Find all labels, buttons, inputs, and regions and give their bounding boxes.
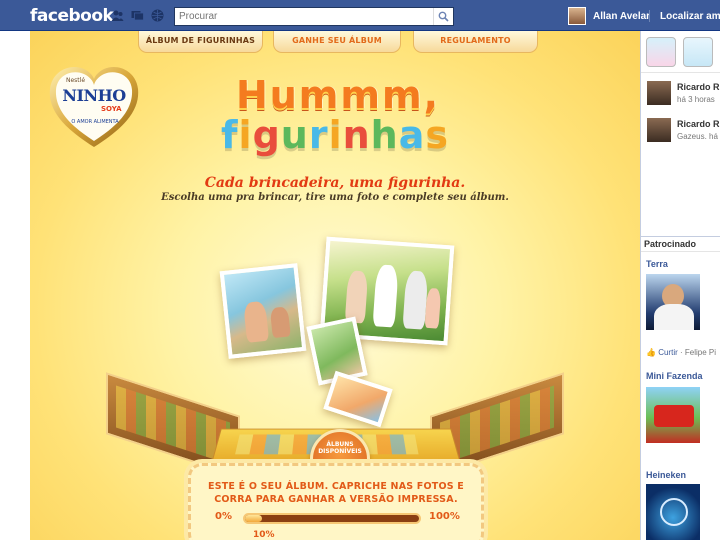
headline-letter: f <box>220 113 239 157</box>
photo-person <box>243 300 270 343</box>
headline-letter: i <box>328 113 343 157</box>
app-shortcuts <box>641 31 720 73</box>
tagline: Cada brincadeira, uma figurinha. <box>204 175 466 191</box>
album-progress-panel: ESTE É O SEU ÁLBUM. CAPRICHE NAS FOTOS E… <box>188 463 484 540</box>
ninho-brand: NINHO <box>62 86 126 105</box>
app-shortcut-icon[interactable] <box>646 37 676 67</box>
ad-like-row: 👍 Curtir · Felipe Pi <box>646 348 716 357</box>
ninho-logo[interactable]: Nestlé NINHO SOYA O AMOR ALIMENTA <box>44 55 144 151</box>
ticker-name: Ricardo R <box>677 82 720 92</box>
albums-available-label: ÁLBUNS DISPONÍVEIS <box>318 441 362 455</box>
headline-letter: g <box>252 113 281 157</box>
like-icon[interactable]: 👍 <box>646 348 656 357</box>
headline: Hummm, figurinhas <box>190 71 480 166</box>
progress-max-label: 100% <box>429 511 460 522</box>
tab-album[interactable]: ÁLBUM DE FIGURINHAS <box>138 31 263 53</box>
subtagline: Escolha uma pra brincar, tire uma foto e… <box>161 192 509 203</box>
ad-truck <box>654 405 694 427</box>
ticker-item[interactable]: Ricardo R há 3 horas <box>641 75 720 115</box>
tab-rules[interactable]: REGULAMENTO <box>413 31 538 53</box>
ad-title-mini-fazenda[interactable]: Mini Fazenda <box>646 371 703 381</box>
album-box-scene: ÁLBUNS DISPONÍVEIS 97 ESTE É O SEU ÁLBUM… <box>30 211 640 540</box>
ticker-name: Ricardo R <box>677 119 720 129</box>
progress-value-label: 10% <box>253 530 275 540</box>
ticker-item[interactable]: Ricardo R Gazeus. há <box>641 112 720 152</box>
search-input[interactable] <box>175 8 433 25</box>
tab-win-album[interactable]: GANHE SEU ÁLBUM <box>273 31 401 53</box>
slogan: O AMOR ALIMENTA <box>71 119 119 125</box>
right-sidebar: Ricardo R há 3 horas Ricardo R Gazeus. h… <box>640 31 720 540</box>
app-canvas: ÁLBUM DE FIGURINHAS GANHE SEU ÁLBUM REGU… <box>30 31 640 540</box>
photo-kids-water[interactable] <box>219 263 307 359</box>
divider <box>641 251 720 252</box>
headline-letter: a <box>398 113 426 157</box>
like-link[interactable]: Curtir <box>658 348 678 357</box>
search-button[interactable] <box>433 8 453 25</box>
user-name: Allan Avelar <box>593 11 651 22</box>
avatar <box>647 81 671 105</box>
ad-title-heineken[interactable]: Heineken <box>646 470 686 480</box>
ad-title-terra[interactable]: Terra <box>646 259 668 269</box>
photo-person <box>344 270 369 324</box>
headline-letter: u <box>280 113 309 157</box>
headline-line-1: Hummm, <box>235 73 441 117</box>
headline-word: figurinhas <box>221 113 449 157</box>
headline-letter: h <box>370 113 399 157</box>
photo-person <box>424 287 442 329</box>
search-box <box>174 7 454 26</box>
headline-letter: r <box>308 113 329 157</box>
ad-image-mini-fazenda[interactable] <box>646 387 700 443</box>
headline-line-2: figurinhas <box>190 113 480 157</box>
sub-brand: SOYA <box>101 105 122 113</box>
avatar <box>568 7 586 25</box>
messages-icon[interactable] <box>131 9 144 22</box>
avatar <box>647 118 671 142</box>
ad-image-heineken[interactable] <box>646 484 700 540</box>
ad-image-terra[interactable] <box>646 274 700 330</box>
ad-person <box>654 304 694 330</box>
app-shortcut-icon[interactable] <box>683 37 713 67</box>
progress-bar <box>243 513 421 524</box>
left-gutter <box>0 31 30 540</box>
headline-letter: n <box>342 113 371 157</box>
app-nav: ÁLBUM DE FIGURINHAS GANHE SEU ÁLBUM REGU… <box>138 31 538 53</box>
headline-letter: i <box>238 113 253 157</box>
ad-globe <box>660 498 688 526</box>
progress-min-label: 0% <box>215 511 232 522</box>
divider <box>649 10 650 22</box>
photo-children-play[interactable] <box>323 370 393 428</box>
panel-message: ESTE É O SEU ÁLBUM. CAPRICHE NAS FOTOS E… <box>208 481 464 505</box>
divider <box>641 236 720 237</box>
notifications-icon[interactable] <box>151 9 164 22</box>
find-friends-link[interactable]: Localizar amigos <box>660 11 720 22</box>
ticker-time: Gazeus. há <box>677 132 718 141</box>
headline-letter: s <box>425 113 450 157</box>
photo-person <box>372 264 399 328</box>
ticker-time: há 3 horas <box>677 95 715 104</box>
facebook-logo[interactable]: facebook <box>30 6 114 26</box>
like-friends: · Felipe Pi <box>677 348 716 357</box>
friend-requests-icon[interactable] <box>111 9 124 22</box>
nestle-text: Nestlé <box>66 77 86 84</box>
facebook-top-bar: facebook Allan Avelar Localizar amigos <box>0 0 720 31</box>
sponsored-heading: Patrocinado <box>644 239 697 249</box>
photo-person <box>269 306 291 339</box>
progress-fill <box>245 515 263 522</box>
